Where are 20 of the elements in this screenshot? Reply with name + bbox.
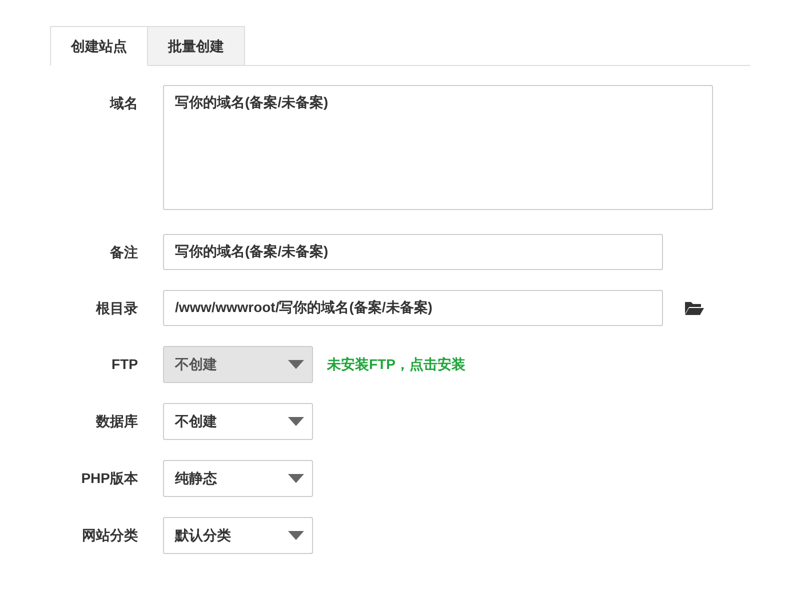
folder-icon[interactable]	[684, 300, 704, 316]
domain-field[interactable]: 写你的域名(备案/未备案)	[163, 85, 713, 210]
caret-icon	[288, 531, 304, 540]
root-directory-field[interactable]: /www/wwwroot/写你的域名(备案/未备案)	[163, 290, 663, 326]
caret-icon	[288, 360, 304, 369]
select-dropdown[interactable]: 不创建	[163, 403, 313, 440]
caret-icon	[288, 417, 304, 426]
field-label: PHP版本	[80, 469, 138, 488]
field-label: 域名	[108, 94, 138, 113]
tab[interactable]: 创建站点	[50, 26, 148, 66]
field-label: 网站分类	[81, 526, 138, 545]
field-label: 数据库	[94, 412, 138, 431]
select-dropdown[interactable]: 纯静态	[163, 460, 313, 497]
remark-field[interactable]: 写你的域名(备案/未备案)	[163, 234, 663, 270]
field-label: 根目录	[94, 299, 138, 318]
field-label: 备注	[109, 243, 138, 262]
select-dropdown[interactable]: 默认分类	[163, 517, 313, 554]
caret-icon	[288, 474, 304, 483]
field-label: FTP	[110, 355, 138, 374]
tab[interactable]: 批量创建	[148, 26, 245, 66]
